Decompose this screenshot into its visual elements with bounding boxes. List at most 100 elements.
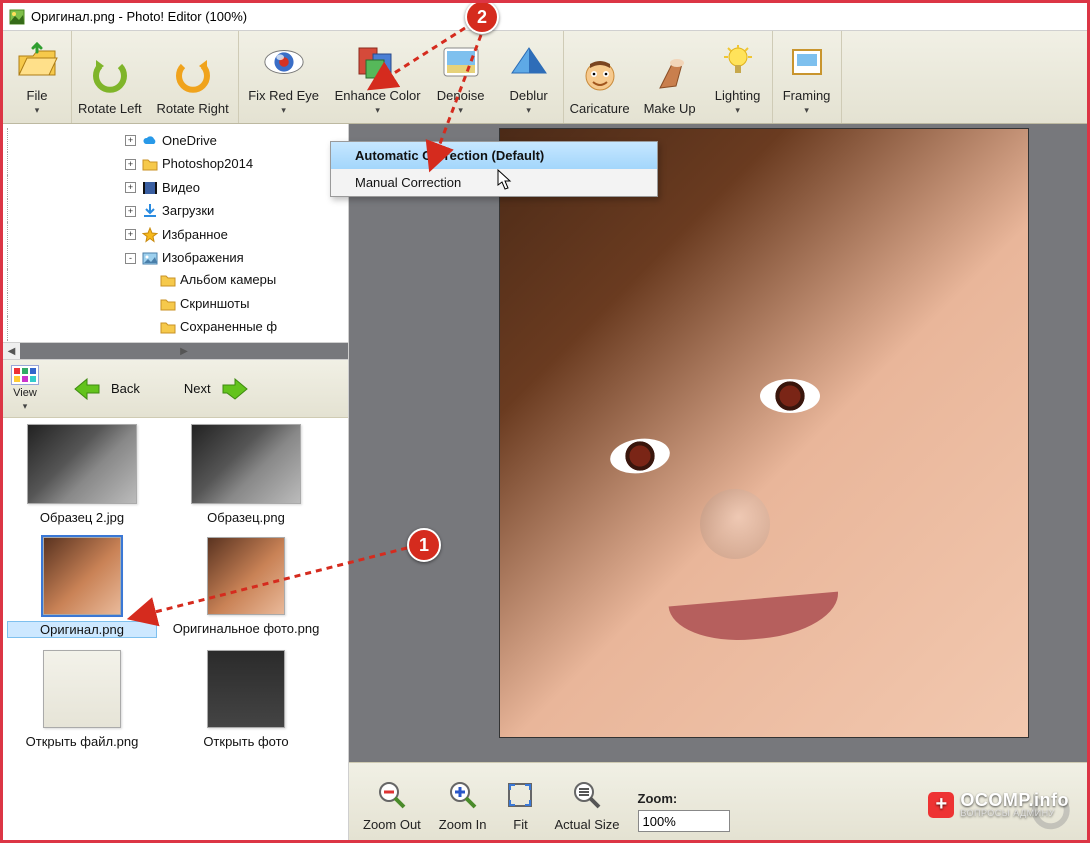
dropdown-item[interactable]: Automatic Correction (Default): [331, 142, 657, 169]
thumbnail-item[interactable]: Образец 2.jpg: [7, 424, 157, 525]
star-icon: [142, 227, 158, 243]
fix-red-eye-button[interactable]: Fix Red Eye ▾: [239, 31, 329, 123]
preview-panel: Zoom Out Zoom In Fit: [349, 124, 1087, 840]
window-title: Оригинал.png - Photo! Editor (100%): [31, 9, 247, 24]
lighting-button[interactable]: Lighting ▾: [704, 31, 772, 123]
thumbnail-item[interactable]: Открыть файл.png: [7, 650, 157, 749]
rotate-left-icon: [88, 55, 132, 95]
nav-strip: View ▾ Back Next: [3, 360, 348, 418]
file-open-icon: [15, 42, 59, 82]
rotate-left-button[interactable]: Rotate Left: [72, 31, 148, 123]
thumbnail-grid-icon: [11, 365, 39, 385]
tree-item[interactable]: +OneDrive: [3, 128, 344, 152]
zoom-in-button[interactable]: Zoom In: [439, 779, 487, 832]
toolbar: File ▾ Rotate Left Rotate Right: [3, 31, 1087, 124]
dropdown-item[interactable]: Manual Correction: [331, 169, 657, 196]
framing-button[interactable]: Framing ▾: [773, 31, 841, 123]
cloud-icon: [142, 133, 158, 149]
tree-expand-toggle[interactable]: +: [125, 182, 136, 193]
tree-expand-toggle[interactable]: +: [125, 206, 136, 217]
tree-item[interactable]: +Видео: [3, 175, 344, 199]
folder-icon: [160, 296, 176, 312]
thumbnail-item[interactable]: Открыть фото: [171, 650, 321, 749]
folder-icon: [160, 272, 176, 288]
deblur-button[interactable]: Deblur ▾: [495, 31, 563, 123]
tree-item[interactable]: +Загрузки: [3, 199, 344, 223]
tree-expand-toggle[interactable]: +: [125, 229, 136, 240]
chevron-down-icon: ▾: [23, 401, 28, 412]
file-button[interactable]: File ▾: [3, 31, 71, 123]
download-icon: [142, 203, 158, 219]
pictures-icon: [142, 250, 158, 266]
caricature-icon: [578, 55, 622, 95]
watermark-icon: +: [928, 792, 954, 818]
back-button[interactable]: [73, 377, 101, 401]
video-icon: [142, 180, 158, 196]
fit-icon: [504, 779, 536, 811]
tree-item[interactable]: Скриншоты: [3, 293, 344, 317]
rotate-right-icon: [171, 55, 215, 95]
zoom-label: Zoom:: [638, 791, 730, 806]
scroll-left-arrow[interactable]: ◀: [3, 343, 20, 360]
tree-expand-toggle[interactable]: -: [125, 253, 136, 264]
zoom-actual-button[interactable]: Actual Size: [554, 779, 619, 832]
denoise-button[interactable]: Denoise ▾: [427, 31, 495, 123]
chevron-down-icon: ▾: [735, 105, 740, 116]
rotate-right-button[interactable]: Rotate Right: [148, 31, 238, 123]
thumbnail-caption: Оригинальное фото.png: [171, 621, 321, 636]
titlebar: Оригинал.png - Photo! Editor (100%): [3, 3, 1087, 31]
zoom-out-button[interactable]: Zoom Out: [363, 779, 421, 832]
make-up-button[interactable]: Make Up: [636, 31, 704, 123]
thumbnail-caption: Образец.png: [171, 510, 321, 525]
zoom-input[interactable]: [638, 810, 730, 832]
chevron-down-icon: ▾: [458, 105, 463, 116]
thumbnail-image: [191, 424, 301, 504]
make-up-icon: [648, 55, 692, 95]
thumbnail-item[interactable]: Образец.png: [171, 424, 321, 525]
thumbnail-image: [207, 537, 285, 615]
lighting-icon: [716, 42, 760, 82]
folder-tree[interactable]: +OneDrive+Photoshop2014+Видео+Загрузки+И…: [3, 124, 348, 360]
chevron-down-icon: ▾: [375, 105, 380, 116]
caricature-button[interactable]: Caricature: [564, 31, 636, 123]
scroll-right-arrow[interactable]: ▶: [20, 343, 348, 360]
tree-item[interactable]: Сохраненные ф: [3, 316, 344, 340]
chevron-down-icon: ▾: [526, 105, 531, 116]
tree-h-scrollbar[interactable]: ◀ ▶: [3, 342, 348, 359]
actual-size-icon: [571, 779, 603, 811]
view-mode-button[interactable]: View ▾: [11, 365, 39, 412]
thumbnail-item[interactable]: Оригинал.png: [7, 537, 157, 638]
tree-item[interactable]: -Изображения: [3, 246, 344, 270]
next-button[interactable]: [221, 377, 249, 401]
annotation-badge-2: 2: [465, 0, 499, 34]
watermark: + OCOMP.info ВОПРОСЫ АДМИНУ: [928, 791, 1069, 818]
back-label: Back: [111, 381, 140, 396]
thumbnail-caption: Открыть файл.png: [7, 734, 157, 749]
thumbnail-caption: Открыть фото: [171, 734, 321, 749]
tree-expand-toggle[interactable]: +: [125, 159, 136, 170]
thumbnail-panel[interactable]: Образец 2.jpg Образец.png Оригинал.png Ориг…: [3, 418, 348, 840]
chevron-down-icon: ▾: [281, 105, 286, 116]
deblur-icon: [507, 42, 551, 82]
zoom-in-icon: [447, 779, 479, 811]
image-canvas[interactable]: [499, 128, 1029, 738]
folder-icon: [142, 156, 158, 172]
chevron-down-icon: ▾: [804, 105, 809, 116]
thumbnail-image: [207, 650, 285, 728]
zoom-out-icon: [376, 779, 408, 811]
left-panel: +OneDrive+Photoshop2014+Видео+Загрузки+И…: [3, 124, 349, 840]
thumbnail-caption: Оригинал.png: [7, 621, 157, 638]
denoise-icon: [439, 42, 483, 82]
fix-red-eye-dropdown[interactable]: Automatic Correction (Default)Manual Cor…: [330, 141, 658, 197]
enhance-color-button[interactable]: Enhance Color ▾: [329, 31, 427, 123]
zoom-fit-button[interactable]: Fit: [504, 779, 536, 832]
tree-item[interactable]: Альбом камеры: [3, 269, 344, 293]
tree-item[interactable]: +Избранное: [3, 222, 344, 246]
tree-item[interactable]: +Photoshop2014: [3, 152, 344, 176]
framing-icon: [785, 42, 829, 82]
thumbnail-image: [27, 424, 137, 504]
red-eye-icon: [262, 42, 306, 82]
app-icon: [9, 9, 25, 25]
thumbnail-item[interactable]: Оригинальное фото.png: [171, 537, 321, 638]
tree-expand-toggle[interactable]: +: [125, 135, 136, 146]
